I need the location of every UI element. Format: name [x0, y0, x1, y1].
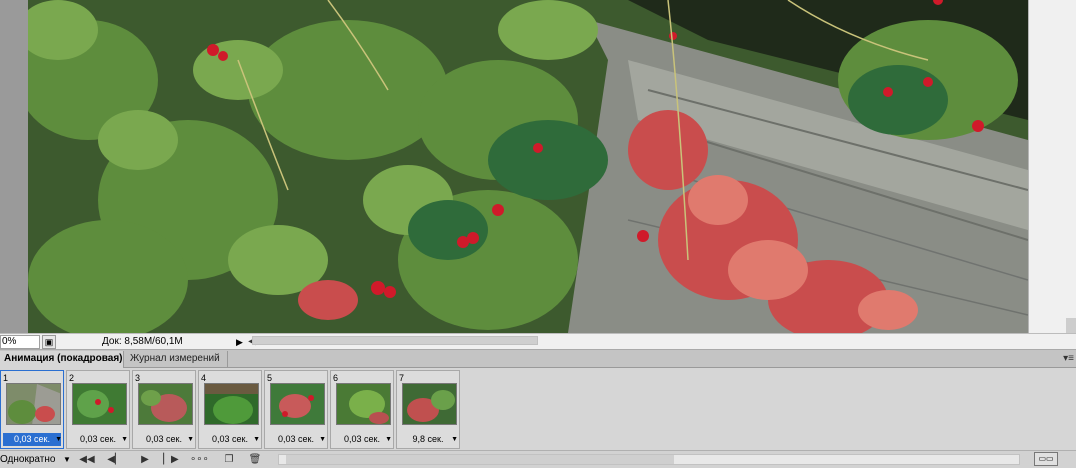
frame-thumbnail	[402, 383, 457, 425]
frame-number: 4	[201, 373, 207, 383]
animation-frame[interactable]: 7 9,8 сек. ▼	[396, 370, 460, 449]
frame-number: 5	[267, 373, 273, 383]
lingonberry-photo	[28, 0, 1028, 333]
delay-dropdown-icon[interactable]: ▼	[55, 433, 62, 446]
frame-thumbnail	[6, 383, 61, 425]
previous-frame-icon[interactable]: ◀▏	[106, 452, 124, 467]
frame-delay[interactable]: 0,03 сек.	[333, 433, 391, 446]
delay-dropdown-icon[interactable]: ▼	[253, 433, 260, 446]
vertical-scroll-thumb[interactable]	[1066, 318, 1076, 333]
delay-dropdown-icon[interactable]: ▼	[121, 433, 128, 446]
animation-frame[interactable]: 1 0,03 сек. ▼	[0, 370, 64, 449]
doc-info-menu-arrow-icon[interactable]: ▶	[236, 336, 243, 348]
animation-frame[interactable]: 5 0,03 сек. ▼	[264, 370, 328, 449]
tab-animation[interactable]: Анимация (покадровая)	[0, 351, 124, 368]
frame-number: 3	[135, 373, 141, 383]
frame-delay[interactable]: 0,03 сек.	[201, 433, 259, 446]
animation-panel: Анимация (покадровая) Журнал измерений ▾…	[0, 350, 1076, 468]
document-image[interactable]	[28, 0, 1028, 333]
frame-delay[interactable]: 9,8 сек.	[399, 433, 457, 446]
tab-measurement-log[interactable]: Журнал измерений	[126, 351, 228, 368]
frame-delay[interactable]: 0,03 сек.	[135, 433, 193, 446]
frame-thumbnail	[336, 383, 391, 425]
frame-thumbnail	[138, 383, 193, 425]
panel-menu-icon[interactable]: ▾≡	[1063, 352, 1074, 366]
frame-delay[interactable]: 0,03 сек.	[3, 433, 61, 446]
frame-number: 2	[69, 373, 75, 383]
frame-thumbnail	[204, 383, 259, 425]
document-size-info: Док: 8,58M/60,1M	[102, 336, 183, 347]
vertical-scrollbar[interactable]	[1028, 0, 1076, 333]
animation-frame[interactable]: 3 0,03 сек. ▼	[132, 370, 196, 449]
frames-scroll-thumb[interactable]	[286, 455, 674, 464]
delay-dropdown-icon[interactable]: ▼	[319, 433, 326, 446]
duplicate-frame-icon[interactable]: ❐	[220, 452, 238, 467]
animation-frame[interactable]: 6 0,03 сек. ▼	[330, 370, 394, 449]
first-frame-icon[interactable]: ◀◀	[78, 452, 96, 467]
chevron-down-icon[interactable]: ▼	[63, 452, 71, 467]
panel-tab-bar: Анимация (покадровая) Журнал измерений ▾…	[0, 350, 1076, 368]
frame-thumbnail	[270, 383, 325, 425]
frame-number: 1	[3, 373, 9, 383]
document-canvas-area	[0, 0, 1076, 333]
frame-delay[interactable]: 0,03 сек.	[267, 433, 325, 446]
photoshop-window: 0% ▣ Док: 8,58M/60,1M ▶ ◀ Анимация (пока…	[0, 0, 1076, 468]
status-bar: 0% ▣ Док: 8,58M/60,1M ▶ ◀	[0, 333, 1076, 350]
document-icon[interactable]: ▣	[42, 335, 56, 349]
frame-number: 7	[399, 373, 405, 383]
convert-to-timeline-icon[interactable]: ▭▭	[1034, 452, 1058, 466]
frame-number: 6	[333, 373, 339, 383]
play-icon[interactable]: ▶	[136, 452, 154, 467]
frame-delay[interactable]: 0,03 сек.	[69, 433, 127, 446]
delete-frame-icon[interactable]: 🗑	[246, 452, 264, 467]
animation-frame[interactable]: 2 0,03 сек. ▼	[66, 370, 130, 449]
frame-thumbnail	[72, 383, 127, 425]
horizontal-scroll-thumb[interactable]	[252, 336, 538, 345]
delay-dropdown-icon[interactable]: ▼	[385, 433, 392, 446]
zoom-field[interactable]: 0%	[0, 335, 40, 349]
tween-icon[interactable]: ∘∘∘	[190, 452, 209, 467]
animation-frame[interactable]: 4 0,03 сек. ▼	[198, 370, 262, 449]
animation-toolbar: Однократно ▼ ◀◀ ◀▏ ▶ ▏▶ ∘∘∘ ❐ 🗑 ▭▭	[0, 450, 1076, 468]
frame-strip: 1 0,03 сек. ▼ 2 0,03 сек. ▼ 3 0,03 сек. …	[0, 369, 1076, 450]
next-frame-icon[interactable]: ▏▶	[162, 452, 180, 467]
delay-dropdown-icon[interactable]: ▼	[451, 433, 458, 446]
delay-dropdown-icon[interactable]: ▼	[187, 433, 194, 446]
